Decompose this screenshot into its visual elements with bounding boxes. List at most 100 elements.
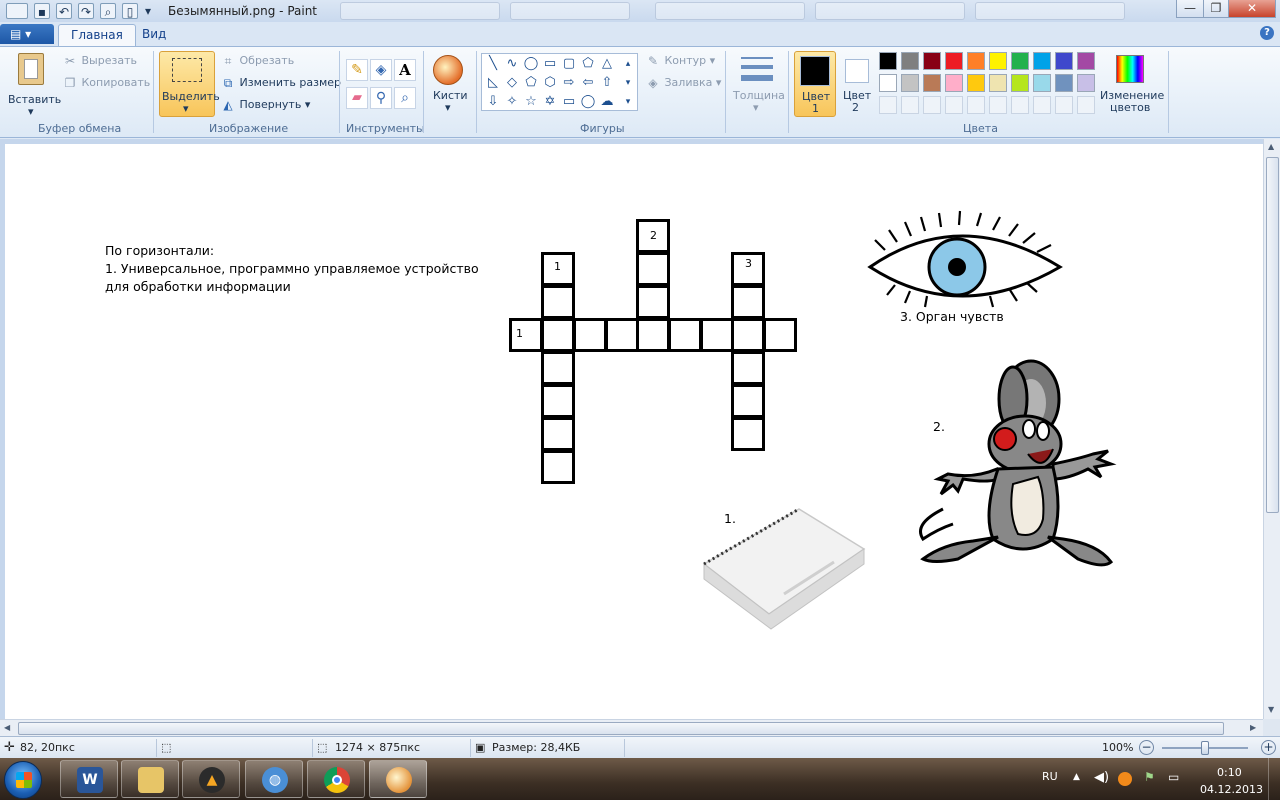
volume-icon[interactable]: ◀) [1094,770,1109,785]
pentagon-shape-icon[interactable]: ⬠ [522,74,540,92]
custom-color-slot[interactable] [879,96,897,114]
scroll-left-arrow-icon[interactable]: ◀ [4,723,10,732]
new-icon[interactable]: ▯ [122,3,138,19]
zoom-slider-thumb[interactable] [1201,741,1209,755]
palette-color-swatch[interactable] [945,74,963,92]
rect-callout-shape-icon[interactable]: ▭ [560,93,578,111]
custom-color-slot[interactable] [945,96,963,114]
palette-color-swatch[interactable] [1033,52,1051,70]
size-button[interactable]: Толщина ▾ [731,51,785,117]
oval-shape-icon[interactable]: ◯ [522,55,540,73]
rotate-button[interactable]: ◭ Повернуть ▾ [220,97,310,113]
undo-icon[interactable]: ↶ [56,3,72,19]
taskbar-word[interactable]: W [60,760,118,798]
vertical-scrollbar[interactable]: ▲ ▼ [1263,139,1280,719]
fill-button[interactable]: ◈ Заливка ▾ [645,75,721,91]
scroll-down-arrow-icon[interactable]: ▼ [1268,705,1274,714]
redo-icon[interactable]: ↷ [78,3,94,19]
palette-color-swatch[interactable] [879,74,897,92]
fill-bucket-icon[interactable]: ◈ [370,59,392,81]
palette-color-swatch[interactable] [1033,74,1051,92]
save-icon[interactable]: ▪ [34,3,50,19]
close-button[interactable]: ✕ [1228,0,1276,18]
cloud-callout-shape-icon[interactable]: ☁ [598,93,616,111]
six-point-star-shape-icon[interactable]: ✡ [541,93,559,111]
hexagon-shape-icon[interactable]: ⬡ [541,74,559,92]
app-icon[interactable] [6,3,28,19]
scroll-up-icon[interactable]: ▴ [620,55,636,73]
tab-view[interactable]: Вид [130,24,178,46]
horizontal-scroll-thumb[interactable] [18,722,1224,735]
taskbar-paint[interactable] [369,760,427,798]
resize-button[interactable]: ⧉ Изменить размер [220,75,341,91]
taskbar-chrome[interactable] [307,760,365,798]
help-icon[interactable]: ? [1260,26,1274,40]
palette-color-swatch[interactable] [923,52,941,70]
triangle-shape-icon[interactable]: △ [598,55,616,73]
right-triangle-shape-icon[interactable]: ◺ [484,74,502,92]
palette-color-swatch[interactable] [1077,74,1095,92]
color-picker-icon[interactable]: ⚲ [370,87,392,109]
scroll-down-icon[interactable]: ▾ [620,74,636,92]
drawing-canvas[interactable]: По горизонтали: 1. Универсальное, програ… [5,144,1263,719]
custom-color-slot[interactable] [967,96,985,114]
taskbar-media-player[interactable]: ▲ [182,760,240,798]
curve-shape-icon[interactable]: ∿ [503,55,521,73]
four-point-star-shape-icon[interactable]: ✧ [503,93,521,111]
crop-button[interactable]: ⌗ Обрезать [220,53,295,69]
network-flag-icon[interactable]: ⚑ [1144,770,1155,784]
app-menu-button[interactable]: ▤ ▾ [0,24,54,44]
action-center-icon[interactable]: ▭ [1168,770,1179,784]
custom-color-slot[interactable] [1011,96,1029,114]
up-arrow-shape-icon[interactable]: ⇧ [598,74,616,92]
palette-color-swatch[interactable] [879,52,897,70]
palette-color-swatch[interactable] [1011,52,1029,70]
clock-time[interactable]: 0:10 [1217,766,1242,779]
clock-date[interactable]: 04.12.2013 [1200,783,1263,796]
scroll-up-arrow-icon[interactable]: ▲ [1268,142,1274,151]
custom-color-slot[interactable] [923,96,941,114]
vertical-scroll-thumb[interactable] [1266,157,1279,513]
palette-color-swatch[interactable] [967,52,985,70]
expand-gallery-icon[interactable]: ▾ [620,93,636,111]
rectangle-shape-icon[interactable]: ▭ [541,55,559,73]
palette-color-swatch[interactable] [967,74,985,92]
taskbar-explorer[interactable] [121,760,179,798]
eraser-icon[interactable]: ▰ [346,87,368,109]
select-button[interactable]: Выделить ▾ [159,51,220,117]
palette-color-swatch[interactable] [989,52,1007,70]
left-arrow-shape-icon[interactable]: ⇦ [579,74,597,92]
palette-color-swatch[interactable] [1055,74,1073,92]
taskbar-internet[interactable]: ◍ [245,760,303,798]
five-point-star-shape-icon[interactable]: ☆ [522,93,540,111]
palette-color-swatch[interactable] [945,52,963,70]
custom-color-slot[interactable] [1033,96,1051,114]
outline-button[interactable]: ✎ Контур ▾ [645,53,715,69]
custom-color-slot[interactable] [1055,96,1073,114]
palette-color-swatch[interactable] [901,52,919,70]
down-arrow-shape-icon[interactable]: ⇩ [484,93,502,111]
language-indicator[interactable]: RU [1042,770,1058,783]
palette-color-swatch[interactable] [989,74,1007,92]
polygon-shape-icon[interactable]: ⬠ [579,55,597,73]
start-button[interactable] [4,761,42,799]
tab-home[interactable]: Главная [58,24,136,46]
text-tool-icon[interactable]: A [394,59,416,81]
horizontal-scrollbar[interactable]: ◀ ▶ [0,719,1263,736]
custom-color-slot[interactable] [989,96,1007,114]
minimize-button[interactable]: — [1176,0,1204,18]
paste-button[interactable]: Вставить ▾ [8,51,61,118]
edit-colors-button[interactable]: Изменение цветов [1100,51,1164,117]
zoom-out-button[interactable]: − [1139,740,1154,755]
palette-color-swatch[interactable] [901,74,919,92]
line-shape-icon[interactable]: ╲ [484,55,502,73]
color2-button[interactable]: Цвет 2 [840,51,874,117]
color1-button[interactable]: Цвет 1 [794,51,836,117]
show-desktop-button[interactable] [1268,758,1280,800]
palette-color-swatch[interactable] [1055,52,1073,70]
oval-callout-shape-icon[interactable]: ◯ [579,93,597,111]
right-arrow-shape-icon[interactable]: ⇨ [560,74,578,92]
pencil-icon[interactable]: ✎ [346,59,368,81]
brushes-button[interactable]: Кисти ▾ [430,51,468,117]
magnifier-icon[interactable]: ⌕ [394,87,416,109]
